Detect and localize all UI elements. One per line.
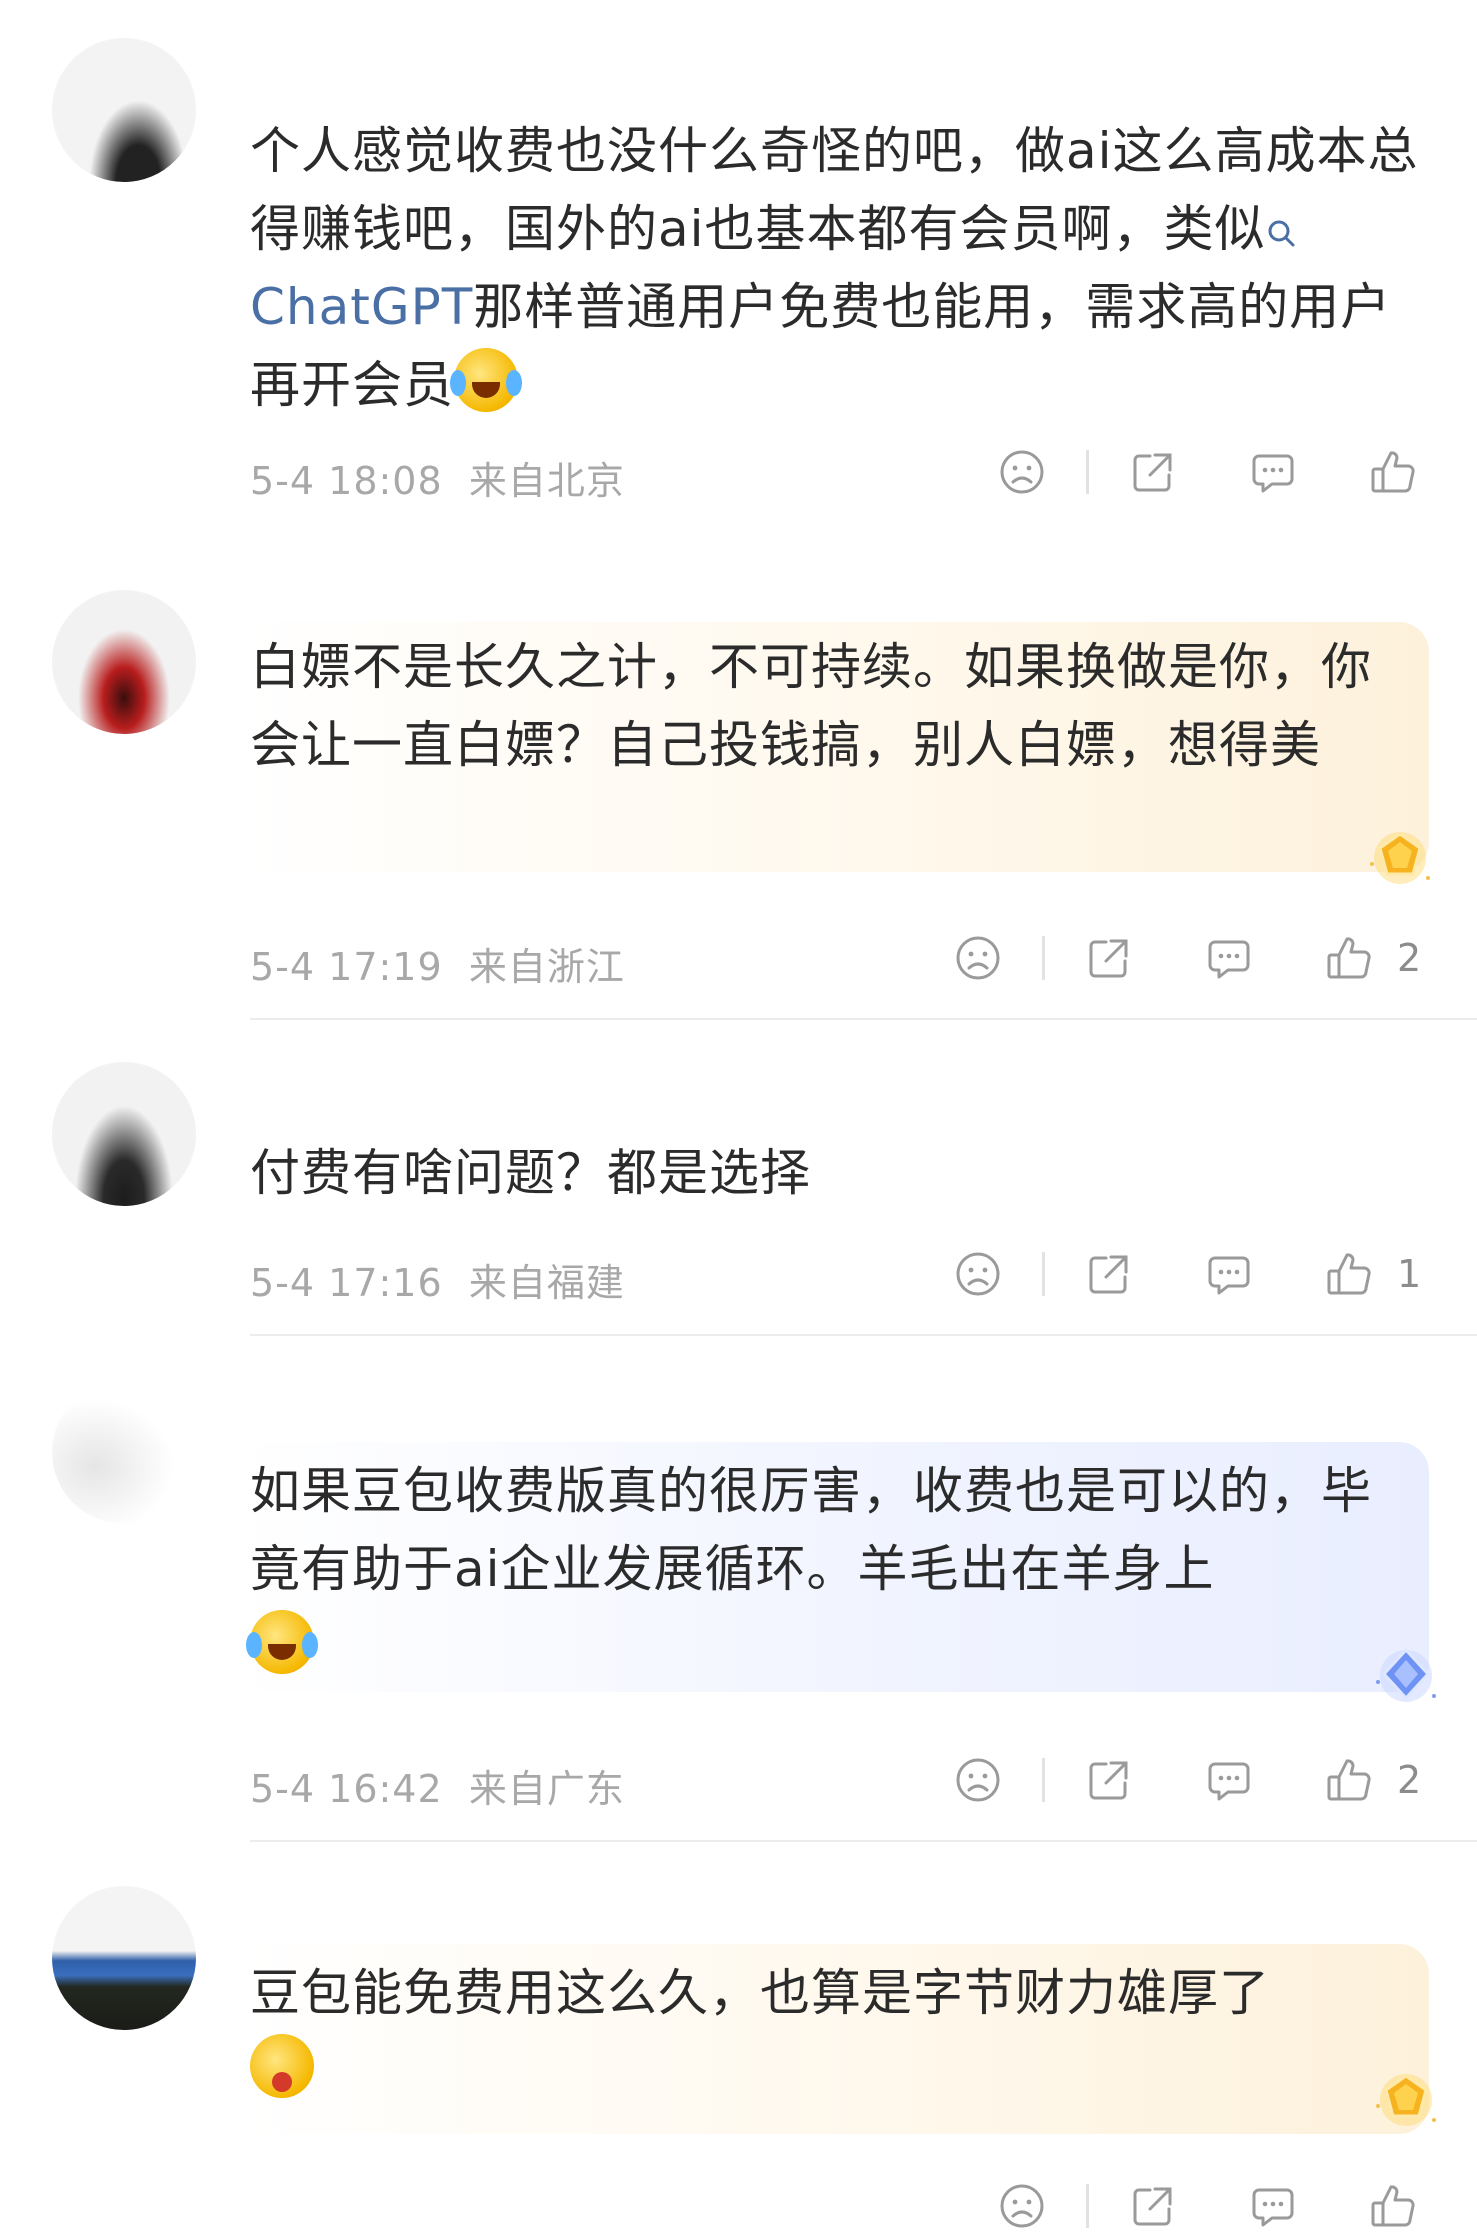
reply-button[interactable] (1199, 1750, 1259, 1810)
comment-time: 5-4 17:16 (250, 1261, 443, 1305)
comment-meta: 5-4 16:42 来自广东 (250, 1758, 625, 1813)
share-icon (1084, 1755, 1134, 1805)
comment-actions: 1 (948, 1244, 1423, 1304)
like-button[interactable] (1319, 1244, 1379, 1304)
laugh-cry-emoji (450, 348, 522, 412)
divider (1042, 1252, 1045, 1296)
drooling-emoji (250, 2034, 314, 2098)
comment-time: 5-4 18:08 (250, 459, 443, 503)
dislike-button[interactable] (948, 1244, 1008, 1304)
share-button[interactable] (1079, 1750, 1139, 1810)
like-button[interactable] (1363, 442, 1423, 502)
dislike-button[interactable] (948, 1750, 1008, 1810)
sad-face-icon (953, 1755, 1003, 1805)
comment-text: 白嫖不是长久之计，不可持续。如果换做是你，你会让一直白嫖？自己投钱搞，别人白嫖，… (250, 638, 1372, 774)
comment-meta: 5-4 17:16 来自福建 (250, 1252, 625, 1307)
avatar[interactable] (52, 38, 196, 182)
dislike-button[interactable] (992, 442, 1052, 502)
reply-icon (1204, 1249, 1254, 1299)
sad-face-icon (997, 2181, 1047, 2231)
comment-location: 来自浙江 (468, 945, 625, 989)
like-button[interactable] (1319, 928, 1379, 988)
thumbs-up-icon (1368, 447, 1418, 497)
comment-divider (250, 1840, 1477, 1842)
reply-button[interactable] (1243, 2176, 1303, 2236)
share-button[interactable] (1079, 928, 1139, 988)
share-icon (1084, 1249, 1134, 1299)
avatar[interactable] (52, 1380, 196, 1524)
divider (1086, 2184, 1089, 2228)
comment-location: 来自广东 (468, 1767, 625, 1811)
gold-gem-badge (1368, 2060, 1444, 2136)
comment-text: 豆包能免费用这么久，也算是字节财力雄厚了 (250, 1954, 1420, 2110)
comment-text: 付费有啥问题？都是选择 (250, 1144, 811, 1202)
like-button[interactable] (1363, 2176, 1423, 2236)
like-count: 1 (1397, 1252, 1422, 1296)
sad-face-icon (997, 447, 1047, 497)
gold-gem-badge (1362, 818, 1438, 894)
share-icon (1128, 447, 1178, 497)
like-button[interactable] (1319, 1750, 1379, 1810)
share-icon (1128, 2181, 1178, 2231)
search-icon (1268, 220, 1295, 247)
comment-time: 5-4 17:19 (250, 945, 443, 989)
sad-face-icon (953, 1249, 1003, 1299)
reply-icon (1204, 1755, 1254, 1805)
like-count: 2 (1397, 1758, 1422, 1802)
comment-actions: 2 (948, 928, 1423, 988)
thumbs-up-icon (1324, 1249, 1374, 1299)
dislike-button[interactable] (992, 2176, 1052, 2236)
thumbs-up-icon (1324, 933, 1374, 983)
comment-actions (992, 2176, 1423, 2236)
share-button[interactable] (1123, 2176, 1183, 2236)
avatar[interactable] (52, 1062, 196, 1206)
reply-button[interactable] (1243, 442, 1303, 502)
comment-meta: 5-4 17:19 来自浙江 (250, 936, 625, 991)
laugh-cry-emoji (246, 1610, 318, 1674)
comment-location: 来自北京 (468, 459, 625, 503)
like-count: 2 (1397, 936, 1422, 980)
reply-icon (1248, 447, 1298, 497)
reply-icon (1204, 933, 1254, 983)
comment-divider (250, 1018, 1477, 1020)
sad-face-icon (953, 933, 1003, 983)
divider (1086, 450, 1089, 494)
dislike-button[interactable] (948, 928, 1008, 988)
comment-divider (250, 1334, 1477, 1336)
share-button[interactable] (1079, 1244, 1139, 1304)
share-button[interactable] (1123, 442, 1183, 502)
divider (1042, 1758, 1045, 1802)
blue-gem-badge (1368, 1636, 1444, 1712)
comment-actions: 2 (948, 1750, 1423, 1810)
comment-time: 5-4 16:42 (250, 1767, 443, 1811)
share-icon (1084, 933, 1134, 983)
comment-text: 个人感觉收费也没什么奇怪的吧，做ai这么高成本总得赚钱吧，国外的ai也基本都有会… (250, 122, 1419, 414)
divider (1042, 936, 1045, 980)
comment-text: 如果豆包收费版真的很厉害，收费也是可以的，毕竟有助于ai企业发展循环。羊毛出在羊… (246, 1452, 1420, 1686)
reply-button[interactable] (1199, 928, 1259, 988)
thumbs-up-icon (1324, 1755, 1374, 1805)
reply-icon (1248, 2181, 1298, 2231)
thumbs-up-icon (1368, 2181, 1418, 2231)
avatar[interactable] (52, 590, 196, 734)
comment-meta: 5-4 18:08 来自北京 (250, 450, 625, 505)
avatar[interactable] (52, 1886, 196, 2030)
reply-button[interactable] (1199, 1244, 1259, 1304)
comment-location: 来自福建 (468, 1261, 625, 1305)
comment-actions (992, 442, 1423, 502)
